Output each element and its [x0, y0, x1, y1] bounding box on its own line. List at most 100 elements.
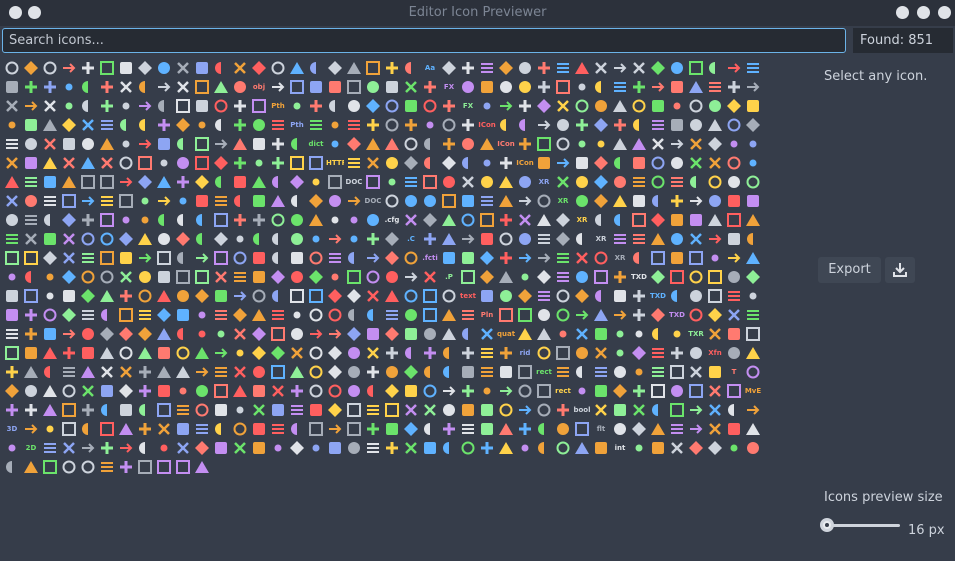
editor-icon[interactable]: [592, 78, 610, 96]
editor-icon-label[interactable]: FX: [459, 97, 477, 115]
editor-icon[interactable]: [516, 192, 534, 210]
editor-icon[interactable]: [725, 116, 743, 134]
editor-icon[interactable]: [193, 192, 211, 210]
editor-icon[interactable]: [117, 382, 135, 400]
editor-icon[interactable]: [725, 420, 743, 438]
editor-icon[interactable]: [212, 116, 230, 134]
editor-icon[interactable]: [706, 230, 724, 248]
editor-icon[interactable]: [79, 97, 97, 115]
editor-icon-label[interactable]: rid: [516, 344, 534, 362]
editor-icon[interactable]: [212, 59, 230, 77]
editor-icon[interactable]: [497, 173, 515, 191]
editor-icon[interactable]: [79, 458, 97, 476]
editor-icon[interactable]: [668, 420, 686, 438]
editor-icon[interactable]: [668, 439, 686, 457]
editor-icon[interactable]: [478, 154, 496, 172]
editor-icon[interactable]: [554, 249, 572, 267]
editor-icon[interactable]: [611, 230, 629, 248]
editor-icon[interactable]: [269, 230, 287, 248]
editor-icon[interactable]: [288, 401, 306, 419]
editor-icon[interactable]: [611, 268, 629, 286]
editor-icon-label[interactable]: flt: [592, 420, 610, 438]
editor-icon[interactable]: [79, 230, 97, 248]
editor-icon[interactable]: [212, 135, 230, 153]
editor-icon[interactable]: [478, 211, 496, 229]
editor-icon[interactable]: [535, 192, 553, 210]
editor-icon[interactable]: [174, 306, 192, 324]
editor-icon[interactable]: [744, 135, 762, 153]
editor-icon[interactable]: [478, 268, 496, 286]
editor-icon-label[interactable]: .C: [402, 230, 420, 248]
editor-icon[interactable]: [60, 173, 78, 191]
editor-icon[interactable]: [269, 135, 287, 153]
editor-icon-label[interactable]: TXD: [630, 268, 648, 286]
editor-icon[interactable]: [592, 325, 610, 343]
editor-icon[interactable]: [744, 325, 762, 343]
editor-icon[interactable]: [79, 344, 97, 362]
editor-icon[interactable]: [497, 439, 515, 457]
editor-icon[interactable]: [155, 420, 173, 438]
editor-icon[interactable]: [516, 78, 534, 96]
editor-icon[interactable]: [22, 78, 40, 96]
editor-icon[interactable]: [3, 458, 21, 476]
editor-icon[interactable]: [478, 325, 496, 343]
editor-icon[interactable]: [117, 173, 135, 191]
editor-icon[interactable]: [60, 154, 78, 172]
editor-icon[interactable]: [231, 401, 249, 419]
editor-icon[interactable]: [668, 116, 686, 134]
editor-icon[interactable]: [497, 211, 515, 229]
editor-icon[interactable]: [440, 192, 458, 210]
editor-icon[interactable]: [155, 173, 173, 191]
editor-icon[interactable]: [79, 401, 97, 419]
editor-icon[interactable]: [402, 249, 420, 267]
editor-icon[interactable]: [630, 154, 648, 172]
editor-icon[interactable]: [592, 135, 610, 153]
editor-icon[interactable]: [174, 439, 192, 457]
editor-icon[interactable]: [649, 268, 667, 286]
editor-icon[interactable]: [706, 116, 724, 134]
editor-icon-label[interactable]: Aa: [421, 59, 439, 77]
editor-icon[interactable]: [3, 249, 21, 267]
editor-icon[interactable]: [269, 401, 287, 419]
editor-icon[interactable]: [687, 306, 705, 324]
editor-icon[interactable]: [421, 401, 439, 419]
editor-icon[interactable]: [364, 363, 382, 381]
editor-icon[interactable]: [478, 230, 496, 248]
editor-icon-label[interactable]: int: [611, 439, 629, 457]
editor-icon[interactable]: [345, 249, 363, 267]
editor-icon[interactable]: [288, 420, 306, 438]
editor-icon[interactable]: [60, 249, 78, 267]
editor-icon[interactable]: [516, 401, 534, 419]
editor-icon[interactable]: [744, 192, 762, 210]
editor-icon[interactable]: [345, 382, 363, 400]
editor-icon[interactable]: [592, 116, 610, 134]
editor-icon[interactable]: [364, 154, 382, 172]
editor-icon[interactable]: [307, 97, 325, 115]
editor-icon[interactable]: [611, 173, 629, 191]
editor-icon[interactable]: [497, 78, 515, 96]
editor-icon[interactable]: [22, 344, 40, 362]
editor-icon[interactable]: [497, 401, 515, 419]
editor-icon[interactable]: [193, 211, 211, 229]
editor-icon[interactable]: [41, 344, 59, 362]
editor-icon[interactable]: [212, 97, 230, 115]
editor-icon[interactable]: [326, 192, 344, 210]
editor-icon[interactable]: [364, 230, 382, 248]
editor-icon[interactable]: [41, 382, 59, 400]
editor-icon[interactable]: [573, 306, 591, 324]
editor-icon[interactable]: [250, 116, 268, 134]
editor-icon[interactable]: [231, 287, 249, 305]
editor-icon[interactable]: [193, 363, 211, 381]
editor-icon[interactable]: [554, 97, 572, 115]
editor-icon[interactable]: [22, 211, 40, 229]
editor-icon[interactable]: [79, 154, 97, 172]
editor-icon[interactable]: [459, 59, 477, 77]
editor-icon[interactable]: [307, 401, 325, 419]
editor-icon[interactable]: [554, 173, 572, 191]
editor-icon[interactable]: [630, 306, 648, 324]
editor-icon[interactable]: [288, 230, 306, 248]
editor-icon[interactable]: [60, 306, 78, 324]
editor-icon[interactable]: [3, 325, 21, 343]
editor-icon[interactable]: [136, 116, 154, 134]
editor-icon[interactable]: [193, 249, 211, 267]
